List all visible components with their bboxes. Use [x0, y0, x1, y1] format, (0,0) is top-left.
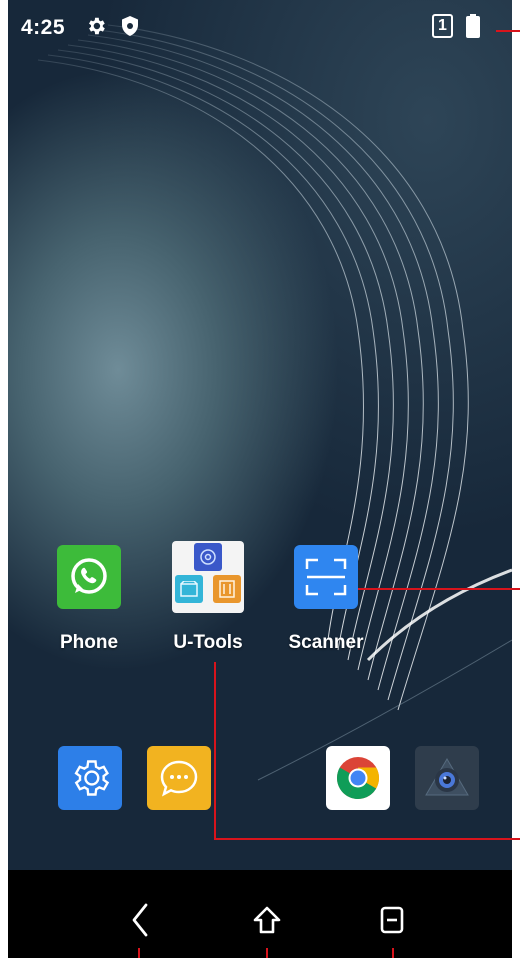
status-time: 4:25	[21, 16, 66, 39]
recents-icon	[380, 906, 404, 934]
sim-slot-badge: 1	[432, 14, 453, 38]
gear-icon	[85, 15, 107, 42]
settings-icon[interactable]	[58, 746, 122, 810]
annotation-line-scanner	[358, 588, 520, 590]
scanner-icon	[294, 545, 358, 609]
annotation-line-recents	[392, 948, 394, 958]
app-u-tools[interactable]: U-Tools	[148, 541, 268, 654]
app-label-u-tools: U-Tools	[173, 632, 243, 653]
status-bar: 4:25 1	[8, 0, 512, 56]
back-button[interactable]	[120, 900, 160, 940]
battery-icon	[466, 14, 480, 43]
recents-button[interactable]	[372, 900, 412, 940]
camera-icon[interactable]	[415, 746, 479, 810]
messages-icon[interactable]	[147, 746, 211, 810]
wallpaper-swirl	[37, 24, 512, 781]
chrome-icon[interactable]	[326, 746, 390, 810]
annotation-line-home	[266, 948, 268, 958]
annotation-line-back	[138, 948, 140, 958]
back-icon	[132, 903, 148, 937]
navigation-bar	[8, 870, 512, 958]
phone-icon	[57, 545, 121, 609]
home-button[interactable]	[247, 900, 287, 940]
shield-icon	[120, 15, 140, 42]
annotation-line-utools-vertical	[214, 662, 216, 840]
annotation-line-status	[496, 30, 520, 32]
app-phone[interactable]: Phone	[29, 545, 149, 654]
app-label-phone: Phone	[59, 632, 119, 653]
app-label-scanner: Scanner	[288, 632, 364, 653]
wallpaper	[8, 0, 512, 870]
app-scanner[interactable]: Scanner	[266, 545, 386, 654]
device-screen: 4:25 1 Phone U-Tools Scanner	[8, 0, 512, 958]
u-tools-icon	[172, 541, 244, 613]
annotation-line-utools-horizontal	[214, 838, 520, 840]
home-icon	[253, 906, 281, 934]
